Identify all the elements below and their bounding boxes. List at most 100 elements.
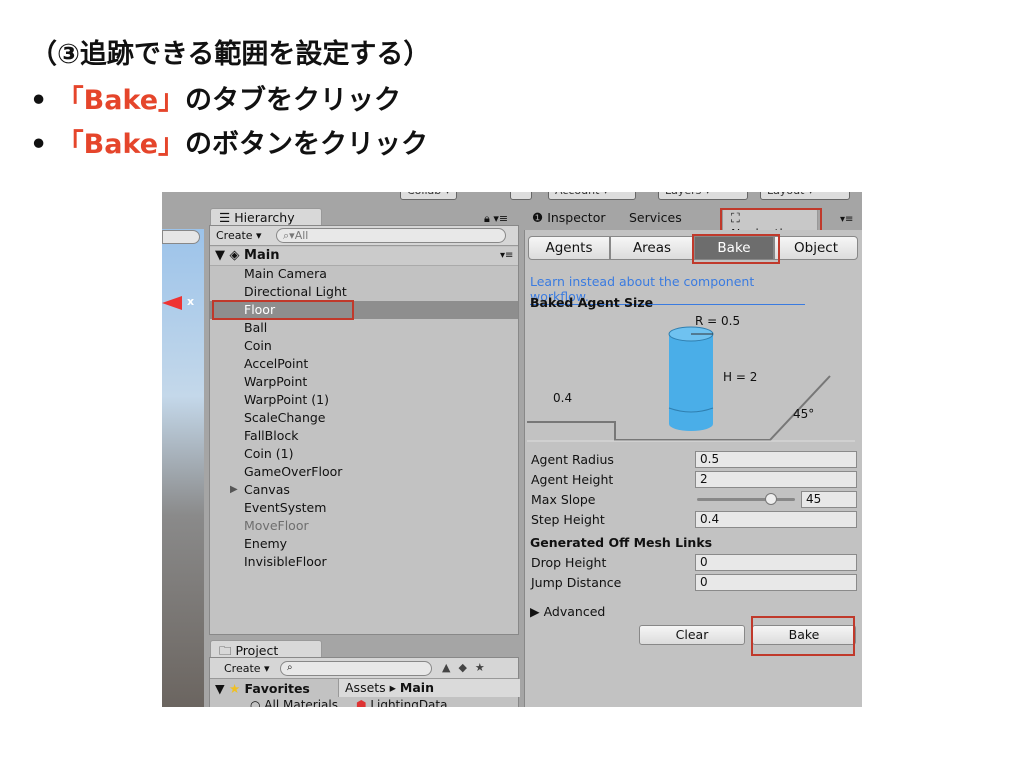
tab-services[interactable]: Services bbox=[629, 210, 682, 225]
hierarchy-item[interactable]: Coin bbox=[244, 337, 272, 355]
search-placeholder: All bbox=[294, 229, 309, 242]
hierarchy-item[interactable]: Enemy bbox=[244, 535, 287, 553]
field-input[interactable]: 0 bbox=[695, 574, 857, 591]
hierarchy-item[interactable]: FallBlock bbox=[244, 427, 298, 445]
field-label: Jump Distance bbox=[531, 575, 622, 590]
segment-object[interactable]: Object bbox=[774, 236, 858, 260]
section-baked-agent-size: Baked Agent Size bbox=[530, 295, 654, 310]
layout-dropdown[interactable]: Layout ▾ bbox=[760, 192, 850, 200]
field-input[interactable]: 0.5 bbox=[695, 451, 857, 468]
item-label: Directional Light bbox=[244, 284, 347, 299]
field-label: Step Height bbox=[531, 512, 605, 527]
project-panel: Create ▾ ⌕ ▲◆★ ▼ ★ Favorites ○ All Mater… bbox=[209, 657, 520, 707]
agent-size-diagram bbox=[527, 326, 855, 442]
field-input[interactable]: 0.4 bbox=[695, 511, 857, 528]
item-label: WarpPoint bbox=[244, 374, 308, 389]
item-label: Ball bbox=[244, 320, 268, 335]
scene-row[interactable]: ▼ ◈ Main bbox=[215, 248, 279, 263]
layers-dropdown[interactable]: Layers ▾ bbox=[658, 192, 748, 200]
advanced-label: Advanced bbox=[543, 604, 606, 619]
item-label: Coin bbox=[244, 338, 272, 353]
segment-agents[interactable]: Agents bbox=[528, 236, 610, 260]
slider-thumb[interactable] bbox=[764, 493, 777, 505]
scene-search[interactable] bbox=[162, 230, 200, 244]
item-label: AccelPoint bbox=[244, 356, 309, 371]
favorites-row[interactable]: ▼ ★ Favorites bbox=[215, 681, 310, 696]
item-label: Canvas bbox=[244, 482, 290, 497]
bullet: • bbox=[30, 85, 48, 116]
height-label: H = 2 bbox=[723, 370, 758, 384]
hierarchy-item[interactable]: Directional Light bbox=[244, 283, 347, 301]
slope-label: 45° bbox=[793, 407, 815, 421]
lock-icon[interactable]: 🔒︎ ▾≡ bbox=[484, 212, 508, 226]
hierarchy-item[interactable]: AccelPoint bbox=[244, 355, 308, 373]
tab-inspector[interactable]: ❶ Inspector bbox=[532, 210, 606, 225]
menu-icon[interactable]: ▾≡ bbox=[500, 250, 513, 261]
field-input[interactable]: 2 bbox=[695, 471, 857, 488]
filter-icons[interactable]: ▲◆★ bbox=[442, 661, 493, 674]
hierarchy-item[interactable]: Coin (1) bbox=[244, 445, 293, 463]
bake-button-highlight bbox=[751, 616, 855, 656]
hierarchy-item[interactable]: GameOverFloor bbox=[244, 463, 342, 481]
bullet-text: のタブをクリック bbox=[185, 85, 402, 116]
asset-label: LightingData bbox=[370, 698, 448, 707]
create-button[interactable]: Create ▾ bbox=[216, 229, 262, 242]
bake-tab-highlight bbox=[692, 234, 780, 264]
gizmo-x-label: x bbox=[187, 295, 195, 308]
item-label: Enemy bbox=[244, 536, 288, 551]
step-label: 0.4 bbox=[553, 391, 573, 405]
field-label: Drop Height bbox=[531, 555, 607, 570]
max-slope-slider[interactable] bbox=[697, 493, 795, 505]
clear-button[interactable]: Clear bbox=[639, 625, 745, 645]
asset-item[interactable]: ⬢ LightingData bbox=[356, 698, 447, 707]
max-slope-field[interactable]: 45 bbox=[801, 491, 857, 508]
item-label: ScaleChange bbox=[244, 410, 326, 425]
hierarchy-item[interactable]: ScaleChange bbox=[244, 409, 326, 427]
expand-arrow-icon[interactable]: ▶ bbox=[230, 481, 238, 499]
item-label: InvisibleFloor bbox=[244, 554, 327, 569]
navigation-panel: Agents Areas Bake Object Learn instead a… bbox=[524, 230, 862, 707]
hierarchy-item[interactable]: Ball bbox=[244, 319, 267, 337]
hierarchy-item[interactable]: ▶ Canvas bbox=[230, 481, 290, 499]
collab-button[interactable]: Collab ▾ bbox=[400, 192, 458, 200]
slide-bullet-1: • 「Bake」のタブをクリック bbox=[30, 78, 401, 117]
floor-highlight bbox=[212, 300, 354, 320]
bullet-key: 「Bake」 bbox=[56, 85, 186, 116]
segment-areas[interactable]: Areas bbox=[610, 236, 694, 260]
item-label: WarpPoint (1) bbox=[244, 392, 330, 407]
unity-screenshot: Collab ▾ Account ▾ Layers ▾ Layout ▾ x ☰… bbox=[162, 192, 862, 707]
hierarchy-item[interactable]: MoveFloor bbox=[244, 517, 309, 535]
item-label: GameOverFloor bbox=[244, 464, 343, 479]
cloud-button[interactable] bbox=[510, 192, 532, 200]
bullet-key: 「Bake」 bbox=[56, 129, 186, 160]
item-label: Coin (1) bbox=[244, 446, 294, 461]
item-label: EventSystem bbox=[244, 500, 327, 515]
hierarchy-item[interactable]: Main Camera bbox=[244, 265, 327, 283]
favorite-item[interactable]: ○ All Materials bbox=[250, 698, 338, 707]
favorite-label: All Materials bbox=[264, 698, 338, 707]
hierarchy-item[interactable]: EventSystem bbox=[244, 499, 326, 517]
tab-label: Inspector bbox=[547, 210, 606, 225]
gizmo-x-icon bbox=[162, 296, 182, 310]
project-create-button[interactable]: Create ▾ bbox=[224, 662, 270, 675]
hierarchy-item[interactable]: WarpPoint bbox=[244, 373, 307, 391]
hierarchy-item[interactable]: InvisibleFloor bbox=[244, 553, 327, 571]
tab-label: Project bbox=[235, 643, 279, 658]
tab-label: Hierarchy bbox=[234, 210, 295, 225]
field-input[interactable]: 0 bbox=[695, 554, 857, 571]
field-label: Agent Radius bbox=[531, 452, 614, 467]
item-label: FallBlock bbox=[244, 428, 299, 443]
advanced-foldout[interactable]: ▶ Advanced bbox=[530, 604, 605, 619]
field-label: Agent Height bbox=[531, 472, 614, 487]
hierarchy-item[interactable]: WarpPoint (1) bbox=[244, 391, 329, 409]
breadcrumb-main[interactable]: Main bbox=[400, 680, 434, 695]
project-search[interactable]: ⌕ bbox=[280, 661, 432, 676]
scene-name: Main bbox=[244, 248, 280, 263]
item-label: Main Camera bbox=[244, 266, 327, 281]
menu-icon[interactable]: ▾≡ bbox=[840, 214, 853, 225]
breadcrumb-assets[interactable]: Assets bbox=[345, 680, 386, 695]
tab-hierarchy[interactable]: ☰ Hierarchy bbox=[210, 208, 322, 226]
hierarchy-search[interactable]: ⌕▾All bbox=[276, 228, 506, 243]
account-dropdown[interactable]: Account ▾ bbox=[548, 192, 636, 200]
bullet: • bbox=[30, 129, 48, 160]
